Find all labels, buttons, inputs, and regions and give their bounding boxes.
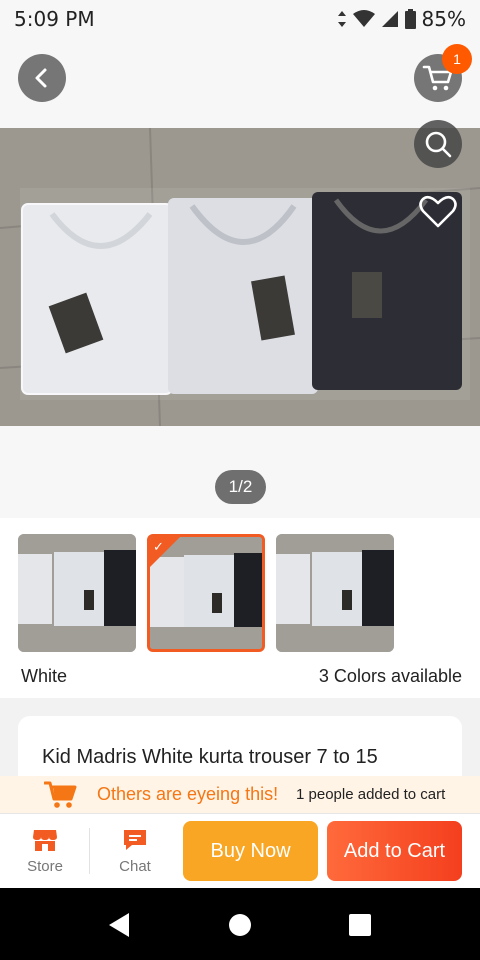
buy-now-button[interactable]: Buy Now xyxy=(183,821,318,881)
wifi-icon xyxy=(352,10,375,27)
nav-home-icon xyxy=(229,914,251,936)
added-to-cart-count: 1 people added to cart xyxy=(296,786,446,803)
variant-section: ✓ White 3 Colors available xyxy=(0,518,480,698)
nav-home-button[interactable] xyxy=(225,910,255,940)
status-bar: 5:09 PM 85% xyxy=(0,0,480,38)
product-photo xyxy=(0,128,480,426)
variant-thumb-2[interactable]: ✓ xyxy=(147,534,265,652)
battery-icon xyxy=(404,9,416,29)
variant-thumb-image xyxy=(276,534,394,652)
chat-label: Chat xyxy=(119,858,151,875)
back-button[interactable] xyxy=(18,54,66,102)
nav-recents-button[interactable] xyxy=(345,910,375,940)
nav-recents-icon xyxy=(349,914,371,936)
variant-thumb-3[interactable] xyxy=(276,534,394,652)
cart-icon xyxy=(44,781,77,808)
battery-level: 85% xyxy=(421,7,466,31)
system-nav-bar xyxy=(0,888,480,960)
status-time: 5:09 PM xyxy=(14,7,95,31)
add-to-cart-button[interactable]: Add to Cart xyxy=(327,821,462,881)
chat-button[interactable]: Chat xyxy=(90,814,180,889)
status-icons: 85% xyxy=(337,7,466,31)
data-arrows-icon xyxy=(337,11,346,27)
store-icon xyxy=(33,830,57,851)
back-icon xyxy=(35,68,47,88)
check-icon: ✓ xyxy=(153,539,164,554)
eyeing-headline: Others are eyeing this! xyxy=(97,784,279,804)
nav-back-button[interactable] xyxy=(104,910,134,940)
nav-back-icon xyxy=(109,913,129,937)
variant-thumb-image xyxy=(18,534,136,652)
store-button[interactable]: Store xyxy=(0,814,90,889)
header: 1 xyxy=(0,38,480,128)
store-label: Store xyxy=(27,858,63,875)
bottom-action-bar: Store Chat Buy Now Add to Cart xyxy=(0,813,480,888)
product-image[interactable] xyxy=(0,128,480,426)
variant-thumb-1[interactable] xyxy=(18,534,136,652)
selected-variant-name: White xyxy=(21,666,68,686)
cart-count-badge: 1 xyxy=(442,44,472,74)
social-proof-bar: Others are eyeing this! 1 people added t… xyxy=(0,776,480,813)
signal-icon xyxy=(381,11,398,27)
search-icon xyxy=(425,131,452,158)
colors-available[interactable]: 3 Colors available xyxy=(319,666,462,687)
image-page-indicator: 1/2 xyxy=(215,470,266,504)
wishlist-button[interactable] xyxy=(418,192,458,232)
chat-icon xyxy=(124,830,146,850)
heart-icon xyxy=(419,195,457,228)
image-search-button[interactable] xyxy=(414,120,462,168)
product-title: Kid Madris White kurta trouser 7 to 15 xyxy=(42,746,378,768)
